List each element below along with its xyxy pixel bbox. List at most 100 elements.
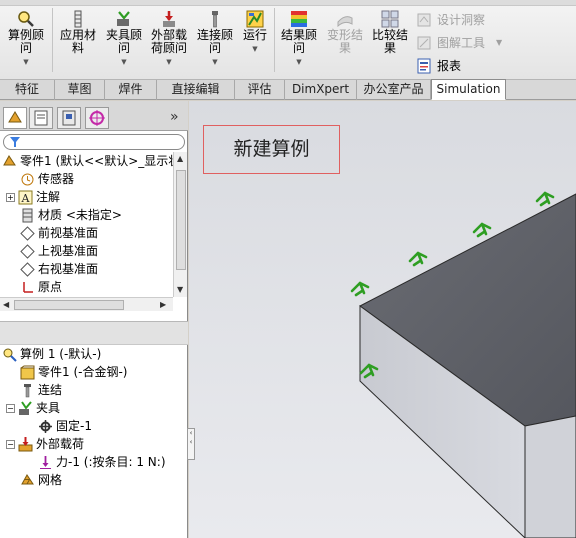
study-item-external-loads[interactable]: − 外部载荷 bbox=[6, 435, 84, 453]
apply-material-label: 应用材 料 bbox=[59, 28, 96, 55]
command-manager-ribbon: 算例顾 问 ▼ 应用材 料 夹具顾 问 ▼ 外部载 荷顾问 ▼ 连接顾 问 ▼ … bbox=[0, 0, 576, 80]
chevron-down-icon[interactable]: ▼ bbox=[278, 58, 320, 66]
sensor-icon bbox=[21, 173, 34, 185]
configuration-manager-icon bbox=[62, 110, 76, 126]
feature-manager-tab[interactable] bbox=[3, 107, 27, 129]
chevron-down-icon[interactable]: ▼ bbox=[195, 58, 235, 66]
results-advisor-button[interactable]: 结果顾 问 ▼ bbox=[278, 10, 320, 66]
expand-icon[interactable]: + bbox=[6, 192, 15, 202]
chevron-right-icon[interactable]: » bbox=[170, 109, 179, 125]
study-item-connections[interactable]: 连结 bbox=[20, 381, 62, 399]
chevron-down-icon[interactable]: ▼ bbox=[148, 58, 190, 66]
scroll-up-icon[interactable]: ▲ bbox=[177, 154, 183, 163]
tree-item-right-plane[interactable]: 右视基准面 bbox=[20, 260, 98, 278]
fixtures-icon bbox=[19, 400, 32, 415]
model-viewport bbox=[350, 191, 576, 538]
results-advisor-label: 结果顾 问 bbox=[280, 28, 317, 55]
tree-item-label: 外部载荷 bbox=[36, 437, 85, 451]
fixtures-advisor-label: 夹具顾 问 bbox=[105, 28, 142, 55]
collapse-icon[interactable]: − bbox=[6, 403, 15, 413]
tree-item-label: 连结 bbox=[38, 383, 63, 397]
scrollbar-thumb[interactable] bbox=[176, 170, 186, 270]
tab-features[interactable]: 特征 bbox=[0, 80, 55, 100]
tree-item-origin[interactable]: 原点 bbox=[20, 278, 62, 296]
chevron-down-icon[interactable]: ▼ bbox=[240, 45, 270, 53]
scrollbar-thumb[interactable] bbox=[14, 300, 124, 310]
apply-material-button[interactable]: 应用材 料 bbox=[57, 10, 99, 55]
left-panel: » 零件1 (默认<<默认>_显示状 传感器 + A 注解 材质 <未指定> 前… bbox=[0, 101, 188, 538]
design-insight-label: 设计洞察 bbox=[437, 13, 486, 27]
study-item-fixed-1[interactable]: 固定-1 bbox=[38, 417, 92, 435]
chevron-down-icon[interactable]: ▼ bbox=[496, 34, 502, 52]
filter-icon bbox=[10, 137, 20, 147]
study-root[interactable]: 算例 1 (-默认-) bbox=[2, 345, 101, 363]
run-button[interactable]: 运行 ▼ bbox=[240, 10, 270, 53]
tab-direct-editing[interactable]: 直接编辑 bbox=[157, 80, 235, 100]
tree-item-material[interactable]: 材质 <未指定> bbox=[20, 206, 122, 224]
property-manager-icon bbox=[34, 110, 48, 126]
report-button[interactable]: 报表 bbox=[416, 57, 461, 75]
apply-material-icon bbox=[74, 10, 82, 28]
configuration-manager-tab[interactable] bbox=[57, 107, 81, 129]
deformed-result-button[interactable]: 变形结 果 bbox=[325, 10, 365, 55]
tree-root-label: 零件1 (默认<<默认>_显示状 bbox=[20, 154, 173, 168]
tab-dimxpert[interactable]: DimXpert bbox=[285, 80, 357, 100]
fixture-symbol[interactable] bbox=[535, 191, 555, 207]
tree-item-label: 夹具 bbox=[36, 401, 61, 415]
feature-tree-vertical-scrollbar[interactable]: ▲ ▼ bbox=[173, 152, 187, 297]
run-icon bbox=[246, 10, 264, 28]
tree-item-front-plane[interactable]: 前视基准面 bbox=[20, 224, 98, 242]
ribbon-top-strip bbox=[0, 0, 576, 6]
panel-collapse-handle[interactable]: ‹ ‹ bbox=[187, 428, 195, 460]
study-icon bbox=[3, 348, 17, 362]
tree-filter-input[interactable] bbox=[3, 134, 185, 150]
feature-tree-horizontal-scrollbar[interactable]: ◀ ▶ bbox=[0, 297, 173, 311]
study-item-fixtures[interactable]: − 夹具 bbox=[6, 399, 60, 417]
external-loads-icon bbox=[163, 11, 175, 27]
part-icon bbox=[20, 365, 35, 379]
graphics-area[interactable]: 新建算例 bbox=[189, 101, 576, 538]
study-item-force-1[interactable]: 力-1 (:按条目: 1 N:) bbox=[38, 453, 166, 471]
fixture-symbol[interactable] bbox=[408, 251, 428, 267]
tab-simulation[interactable]: Simulation bbox=[431, 79, 506, 100]
fixture-symbol[interactable] bbox=[350, 281, 370, 297]
tree-item-annotations[interactable]: + A 注解 bbox=[6, 188, 60, 206]
collapse-icon[interactable]: − bbox=[6, 439, 15, 449]
deformed-result-label: 变形结 果 bbox=[326, 28, 363, 55]
compare-results-button[interactable]: 比较结 果 bbox=[370, 10, 410, 55]
tree-item-sensors[interactable]: 传感器 bbox=[20, 170, 74, 188]
tree-item-label: 原点 bbox=[38, 280, 63, 294]
chevron-down-icon[interactable]: ▼ bbox=[6, 58, 46, 66]
connections-advisor-label: 连接顾 问 bbox=[196, 28, 233, 55]
tab-evaluate[interactable]: 评估 bbox=[235, 80, 285, 100]
scroll-down-icon[interactable]: ▼ bbox=[177, 285, 183, 294]
connections-advisor-icon bbox=[212, 11, 218, 28]
design-insight-button[interactable]: 设计洞察 bbox=[416, 11, 485, 29]
fixtures-advisor-button[interactable]: 夹具顾 问 ▼ bbox=[104, 10, 144, 66]
tab-office-products[interactable]: 办公室产品 bbox=[357, 80, 431, 100]
tree-root-part[interactable]: 零件1 (默认<<默认>_显示状 bbox=[2, 152, 173, 170]
model-front-face[interactable] bbox=[524, 415, 576, 538]
svg-text:A: A bbox=[21, 192, 31, 205]
tab-weldments[interactable]: 焊件 bbox=[105, 80, 157, 100]
tree-item-top-plane[interactable]: 上视基准面 bbox=[20, 242, 98, 260]
fixture-symbol[interactable] bbox=[472, 222, 492, 238]
results-advisor-icon bbox=[291, 11, 307, 27]
scroll-left-icon[interactable]: ◀ bbox=[3, 300, 9, 309]
study-item-part[interactable]: 零件1 (-合金钢-) bbox=[20, 363, 127, 381]
scroll-right-icon[interactable]: ▶ bbox=[160, 300, 166, 309]
tab-sketch[interactable]: 草图 bbox=[55, 80, 105, 100]
tree-splitter[interactable] bbox=[0, 321, 188, 345]
external-loads-button[interactable]: 外部载 荷顾问 ▼ bbox=[148, 10, 190, 66]
connections-icon bbox=[24, 383, 31, 397]
tree-item-label: 力-1 (:按条目: 1 N:) bbox=[56, 455, 166, 469]
property-manager-tab[interactable] bbox=[29, 107, 53, 129]
material-icon bbox=[22, 208, 33, 222]
study-item-mesh[interactable]: 网格 bbox=[20, 471, 62, 489]
dimxpert-manager-tab[interactable] bbox=[85, 107, 109, 129]
run-label: 运行 bbox=[242, 28, 267, 42]
chevron-down-icon[interactable]: ▼ bbox=[104, 58, 144, 66]
plot-tools-button[interactable]: 图解工具 ▼ bbox=[416, 34, 502, 52]
study-advisor-button[interactable]: 算例顾 问 ▼ bbox=[6, 10, 46, 66]
connections-advisor-button[interactable]: 连接顾 问 ▼ bbox=[195, 10, 235, 66]
